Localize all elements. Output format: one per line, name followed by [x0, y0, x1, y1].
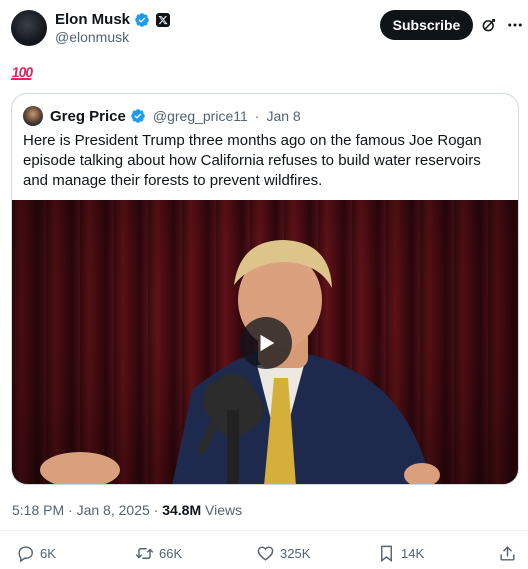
repost-icon — [135, 548, 154, 559]
video-thumbnail[interactable] — [12, 200, 518, 484]
meta-separator: · — [153, 502, 159, 518]
quote-header: Greg Price @greg_price11 · Jan 8 — [23, 106, 301, 126]
post-text: 100 — [10, 60, 34, 82]
hundred-points-emoji: 100 — [10, 64, 34, 80]
grok-icon[interactable] — [480, 16, 498, 34]
play-button[interactable] — [240, 317, 292, 369]
reply-icon — [18, 546, 33, 563]
author-avatar[interactable] — [11, 10, 47, 46]
bookmark-count: 14K — [401, 546, 425, 561]
quote-author-avatar — [23, 106, 43, 126]
share-icon — [500, 546, 515, 561]
repost-button[interactable]: 66K — [135, 544, 182, 563]
heart-icon — [257, 546, 274, 561]
action-bar: 6K 66K 325K 14K — [0, 544, 528, 566]
views-label: Views — [205, 502, 243, 518]
post-header: Elon Musk @elonmusk Subscribe — [11, 8, 522, 48]
bookmark-icon — [381, 545, 392, 563]
meta-separator: · — [68, 502, 73, 518]
subscribe-button[interactable]: Subscribe — [380, 10, 473, 40]
author-name-row: Elon Musk — [55, 11, 171, 28]
quote-author-handle: @greg_price11 — [152, 108, 248, 124]
repost-count: 66K — [159, 546, 183, 561]
quote-author-name: Greg Price — [50, 107, 126, 125]
share-button[interactable] — [498, 544, 517, 563]
quote-date: Jan 8 — [266, 108, 301, 124]
views-count: 34.8M — [162, 502, 202, 518]
author-handle[interactable]: @elonmusk — [55, 29, 129, 45]
bookmark-button[interactable]: 14K — [377, 544, 424, 563]
post-meta: 5:18 PM · Jan 8, 2025 · 34.8M Views — [12, 502, 242, 518]
like-button[interactable]: 325K — [256, 544, 310, 563]
like-count: 325K — [280, 546, 311, 561]
quoted-post-card[interactable]: Greg Price @greg_price11 · Jan 8 Here is… — [11, 93, 519, 485]
x-affiliation-icon — [156, 12, 171, 27]
quote-separator: · — [254, 108, 260, 124]
post-date[interactable]: Jan 8, 2025 — [77, 502, 150, 518]
quote-text: Here is President Trump three months ago… — [23, 132, 482, 189]
reply-count: 6K — [40, 546, 56, 561]
play-icon — [260, 334, 275, 352]
verified-badge-icon — [135, 12, 149, 27]
author-name[interactable]: Elon Musk — [55, 11, 130, 28]
reply-button[interactable]: 6K — [16, 544, 56, 563]
divider — [0, 530, 528, 531]
quote-verified-badge-icon — [131, 109, 145, 123]
more-icon[interactable] — [506, 16, 524, 34]
post-time[interactable]: 5:18 PM — [12, 502, 64, 518]
